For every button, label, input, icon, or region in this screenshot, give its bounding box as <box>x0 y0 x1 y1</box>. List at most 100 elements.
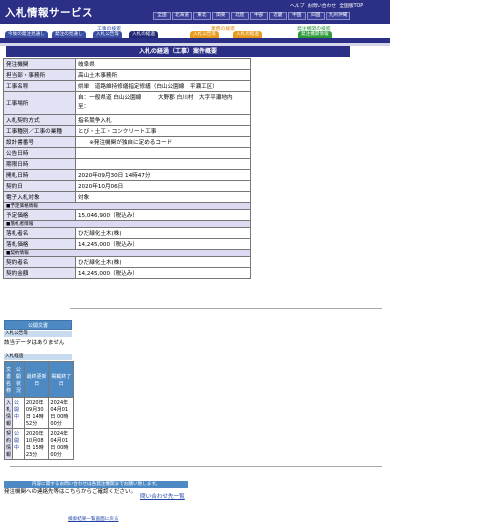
tab-org-info[interactable]: 発注機関情報 <box>298 31 332 38</box>
region-chugoku[interactable]: 中国 <box>287 12 306 20</box>
table-header-row: 文書名称 公開状況 最終更新日 掲載終了日 <box>3 361 74 398</box>
doc-status: 公開中 <box>12 428 25 460</box>
doc-end: 2024年04月01日 00時00分 <box>48 428 74 460</box>
doc-status-link[interactable]: 公開中 <box>14 431 19 451</box>
table-row: 開札日時 2020年09月30日 14時47分 <box>3 169 251 181</box>
region-hokuriku[interactable]: 北陸 <box>230 12 249 20</box>
region-shikoku[interactable]: 四国 <box>306 12 325 20</box>
search-tabs: 今後の発注見通し 発注の見通し 入札公告等 入札の経過 入札公告等 入札の経過 … <box>5 31 385 38</box>
rakusatsu-section-label: ■落札者情報 <box>3 220 251 228</box>
table-row: 工事種別／工事の業種 とび・土工・コンクリート工事 <box>3 125 251 137</box>
region-tohoku[interactable]: 東北 <box>192 12 211 20</box>
region-zenkoku[interactable]: 全国 <box>153 12 171 20</box>
region-chubu[interactable]: 中部 <box>249 12 268 20</box>
section-header: ■予定価格情報 <box>3 202 251 210</box>
row-value: 2020年09月30日 14時47分 <box>75 169 251 181</box>
row-label: 契約金額 <box>3 267 76 279</box>
doc-name: 契約情報 <box>3 428 14 460</box>
divider <box>10 466 382 467</box>
row-value: ひだ緑化土木(株) <box>75 256 251 268</box>
tab-construction-notice[interactable]: 入札公告等 <box>93 31 122 38</box>
table-row: 落札者名 ひだ緑化土木(株) <box>3 227 251 239</box>
region-kyushu[interactable]: 九州沖縄 <box>325 12 351 20</box>
page-title: 入札の経過（工事）案件概要 <box>6 46 350 57</box>
inquiry-link[interactable]: お問い合わせ <box>307 2 336 9</box>
tab-business-notice[interactable]: 入札公告等 <box>190 31 219 38</box>
table-row: 工事名称 県単 道路維持修繕指定修繕（白山公園線 平瀬工区） <box>3 80 251 92</box>
row-value: 指名競争入札 <box>75 114 251 126</box>
row-label: 発注機関 <box>3 58 76 70</box>
doc-updated: 2020年10月08日 15時23分 <box>23 428 50 460</box>
table-row: 契約情報 公開中 2020年10月08日 15時23分 2024年04月01日 … <box>3 428 74 460</box>
top-links: ヘルプ お問い合わせ 全国版TOP <box>290 2 363 9</box>
bid-detail-table: 発注機関 岐阜県 担当部・事務所 高山土木事務所 工事名称 県単 道路維持修繕指… <box>3 58 251 279</box>
help-link[interactable]: ヘルプ <box>290 2 304 9</box>
row-value: 高山土木事務所 <box>75 69 251 81</box>
row-value: 対象 <box>75 191 251 203</box>
table-row: 入札契約方式 指名競争入札 <box>3 114 251 126</box>
contact-text: 発注機関への連絡先等はこちらからご確認ください。 <box>4 489 137 495</box>
koukoku-label: 入札公告等 <box>4 331 72 337</box>
row-label: 契約者名 <box>3 256 76 268</box>
col-end: 掲載終了日 <box>48 361 74 398</box>
doc-name: 入札情報 <box>3 397 14 429</box>
section-header: ■落札者情報 <box>3 220 251 228</box>
row-label: 電子入札対象 <box>3 191 76 203</box>
table-row: 契約者名 ひだ緑化土木(株) <box>3 256 251 268</box>
table-row: 工事場所 自：一般県道 白山公園線 大野郡 白川村 大字平瀬地内 至： <box>3 91 251 115</box>
row-value: 自：一般県道 白山公園線 大野郡 白川村 大字平瀬地内 至： <box>75 91 251 115</box>
row-value: 14,245,000（税込み） <box>75 238 251 250</box>
row-value: とび・土工・コンクリート工事 <box>75 125 251 137</box>
row-label: 落札価格 <box>3 238 76 250</box>
row-label: 工事名称 <box>3 80 76 92</box>
row-value <box>75 158 251 170</box>
row-label: 落札者名 <box>3 227 76 239</box>
row-value: 14,245,000（税込み） <box>75 267 251 279</box>
row-value: 15,046,900（税込み） <box>75 209 251 221</box>
row-label: 工事場所 <box>3 91 76 115</box>
table-row: 落札価格 14,245,000（税込み） <box>3 238 251 250</box>
row-value: 県単 道路維持修繕指定修繕（白山公園線 平瀬工区） <box>75 80 251 92</box>
table-row: 入札情報 公開中 2020年09月30日 14時52分 2024年04月01日 … <box>3 397 74 429</box>
keiyaku-section-label: ■契約情報 <box>3 249 251 257</box>
tab-construction-result[interactable]: 入札の経過 <box>129 31 158 38</box>
doc-status: 公開中 <box>12 397 25 429</box>
region-kanto[interactable]: 関東 <box>211 12 230 20</box>
contact-list-link[interactable]: 問い合わせ先一覧 <box>140 492 185 500</box>
pub-docs-table: 文書名称 公開状況 最終更新日 掲載終了日 入札情報 公開中 2020年09月3… <box>3 361 74 460</box>
table-row: 契約日 2020年10月06日 <box>3 180 251 192</box>
pub-docs-heading: 公開文書 <box>4 320 72 330</box>
row-value: 岐阜県 <box>75 58 251 70</box>
region-hokkaido[interactable]: 北海道 <box>172 12 192 20</box>
national-top-link[interactable]: 全国版TOP <box>339 2 363 9</box>
table-row: 予定価格 15,046,900（税込み） <box>3 209 251 221</box>
col-status: 公開状況 <box>12 361 25 398</box>
doc-status-link[interactable]: 公開中 <box>14 400 19 420</box>
col-doc-name: 文書名称 <box>3 361 14 398</box>
row-value: ひだ緑化土木(株) <box>75 227 251 239</box>
row-label: 担当部・事務所 <box>3 69 76 81</box>
table-row: 契約金額 14,245,000（税込み） <box>3 267 251 279</box>
table-row: 期限日時 <box>3 158 251 170</box>
row-label: 開札日時 <box>3 169 76 181</box>
col-updated: 最終更新日 <box>23 361 50 398</box>
row-label: 入札契約方式 <box>3 114 76 126</box>
back-to-results-link[interactable]: 検索結果一覧画面に戻る <box>68 516 119 522</box>
tab-future-outlook[interactable]: 今後の発注見通し <box>5 31 48 38</box>
section-header: ■契約情報 <box>3 249 251 257</box>
row-label: 設計書番号 <box>3 136 76 148</box>
site-logo[interactable]: 入札情報サービス <box>5 5 93 20</box>
row-label: 契約日 <box>3 180 76 192</box>
doc-end: 2024年04月01日 00時00分 <box>48 397 74 429</box>
table-row: 設計書番号 ※発注機関が独自に定めるコード <box>3 136 251 148</box>
tab-business-result[interactable]: 入札の経過 <box>233 31 262 38</box>
row-label: 公告日時 <box>3 147 76 159</box>
yotei-section-label: ■予定価格情報 <box>3 202 251 210</box>
row-value: ※発注機関が独自に定めるコード <box>75 136 251 148</box>
doc-updated: 2020年09月30日 14時52分 <box>23 397 50 429</box>
row-value: 2020年10月06日 <box>75 180 251 192</box>
tab-construction-outlook[interactable]: 発注の見通し <box>52 31 86 38</box>
region-kinki[interactable]: 近畿 <box>268 12 287 20</box>
region-nav: 全国 北海道 東北 関東 北陸 中部 近畿 中国 四国 九州沖縄 <box>153 12 351 20</box>
keika-label: 入札経過 <box>4 354 72 360</box>
